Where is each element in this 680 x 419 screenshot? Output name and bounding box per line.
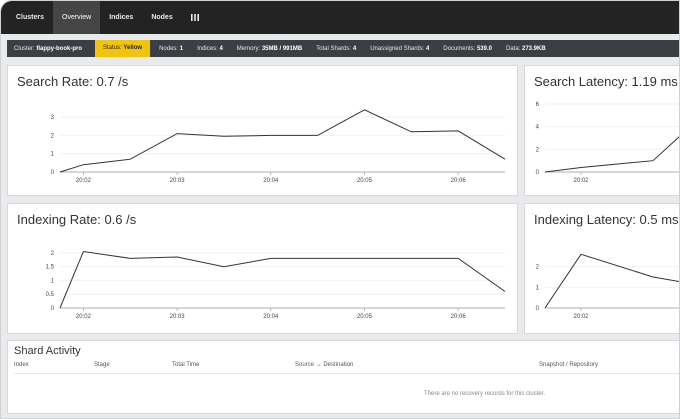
x-tick-label: 20:04 xyxy=(263,178,279,184)
indices-count: Indices: 4 xyxy=(197,45,223,52)
indexing-latency-panel: Indexing Latency: 0.5 ms 0 1 2 20:02 xyxy=(524,203,679,334)
y-tick-label: 1 xyxy=(51,278,55,284)
divider xyxy=(14,373,679,374)
y-tick-label: 0 xyxy=(536,170,540,176)
x-tick-label: 20:02 xyxy=(573,178,589,184)
series-line xyxy=(544,253,679,309)
y-tick-label: 6 xyxy=(536,102,540,108)
series-line xyxy=(544,136,679,173)
y-tick-label: 0 xyxy=(51,170,55,176)
y-tick-label: 0 xyxy=(536,306,540,312)
search-rate-panel: Search Rate: 0.7 /s 0 1 2 3 20:02 20:03 20:04 2… xyxy=(7,65,518,196)
y-tick-label: 0.5 xyxy=(46,292,55,298)
y-tick-label: 2 xyxy=(51,251,55,257)
search-rate-chart: 0 1 2 3 20:02 20:03 20:04 20:05 20:06 xyxy=(51,109,506,184)
data-size: Data: 273.9KB xyxy=(505,45,546,52)
column-total-time[interactable]: Total Time xyxy=(172,362,199,368)
x-tick-label: 20:02 xyxy=(76,314,92,320)
grid-icon[interactable] xyxy=(182,1,208,34)
nodes-count: Nodes: 1 xyxy=(159,45,184,52)
cluster-status-bar: Cluster: flappy-book-pro Status: Yellow … xyxy=(7,40,679,57)
indexing-rate-chart: 0 0.5 1 1.5 2 20:02 20:03 20:04 20:05 20:06 xyxy=(46,250,506,320)
search-latency-chart: 0 2 4 6 20:02 xyxy=(536,102,679,184)
cluster-name: Cluster: flappy-book-pro xyxy=(14,45,83,52)
column-source-destination[interactable]: Source → Destination xyxy=(295,362,353,368)
x-tick-label: 20:04 xyxy=(263,314,279,320)
y-tick-label: 4 xyxy=(536,125,540,131)
shard-activity-panel: Shard Activity Index Stage Total Time So… xyxy=(7,340,679,414)
x-tick-label: 20:06 xyxy=(451,178,467,184)
column-snapshot-repository[interactable]: Snapshot / Repository xyxy=(539,362,598,368)
shard-activity-title: Shard Activity xyxy=(14,345,81,357)
x-tick-label: 20:03 xyxy=(170,178,186,184)
memory-usage: Memory: 35MB / 991MB xyxy=(236,45,303,52)
series-line xyxy=(59,109,506,173)
status-badge: Status: Yellow xyxy=(95,40,151,57)
y-tick-label: 2 xyxy=(536,147,540,153)
x-tick-label: 20:05 xyxy=(357,314,373,320)
indexing-latency-chart: 0 1 2 20:02 xyxy=(536,253,679,320)
y-tick-label: 3 xyxy=(51,115,55,121)
x-tick-label: 20:06 xyxy=(451,314,467,320)
app-window: Clusters Overview Indices Nodes Cluster:… xyxy=(0,0,680,419)
x-tick-label: 20:02 xyxy=(573,314,589,320)
top-nav: Clusters Overview Indices Nodes xyxy=(1,1,679,34)
x-tick-label: 20:03 xyxy=(170,314,186,320)
empty-state-message: There are no recovery records for this c… xyxy=(424,391,546,397)
x-tick-label: 20:05 xyxy=(357,178,373,184)
x-tick-label: 20:02 xyxy=(76,178,92,184)
documents-count: Documents: 539.0 xyxy=(443,45,492,52)
series-line xyxy=(59,250,506,309)
y-tick-label: 1.5 xyxy=(46,265,55,271)
y-tick-label: 2 xyxy=(51,133,55,139)
unassigned-shards: Unassigned Shards: 4 xyxy=(370,45,430,52)
tab-indices[interactable]: Indices xyxy=(100,1,142,34)
y-tick-label: 0 xyxy=(51,306,55,312)
tab-clusters[interactable]: Clusters xyxy=(7,1,53,34)
total-shards: Total Shards: 4 xyxy=(316,45,357,52)
y-tick-label: 1 xyxy=(536,285,540,291)
y-tick-label: 2 xyxy=(536,265,540,271)
tab-overview[interactable]: Overview xyxy=(53,1,101,34)
column-index[interactable]: Index xyxy=(14,362,29,368)
y-tick-label: 1 xyxy=(51,152,55,158)
tab-nodes[interactable]: Nodes xyxy=(142,1,181,34)
column-stage[interactable]: Stage xyxy=(94,362,110,368)
search-latency-panel: Search Latency: 1.19 ms 0 2 4 6 20:02 xyxy=(524,65,679,196)
indexing-rate-panel: Indexing Rate: 0.6 /s 0 0.5 1 1.5 2 20:02 20:0… xyxy=(7,203,518,334)
